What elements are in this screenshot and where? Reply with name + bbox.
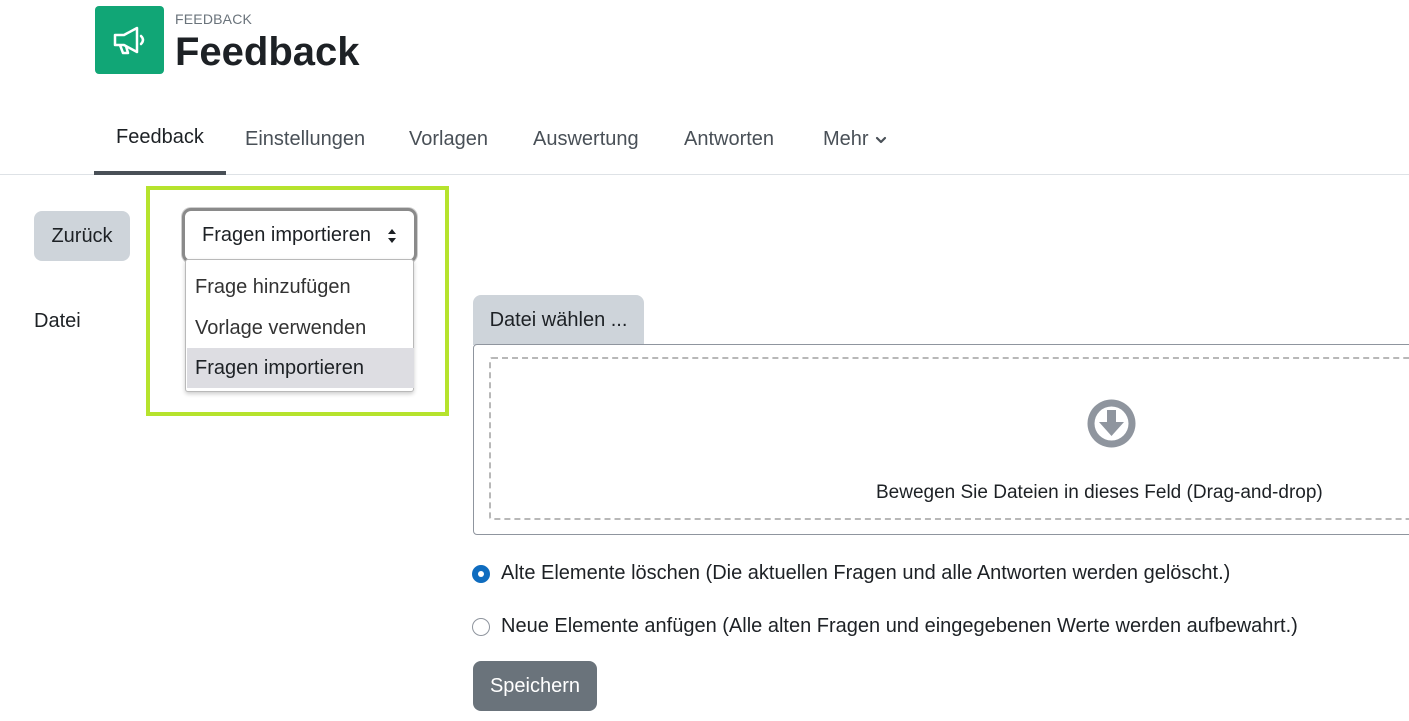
radio-label: Alte Elemente löschen (Die aktuellen Fra…: [501, 562, 1231, 584]
select-updown-icon: [388, 229, 396, 243]
tab-label: Vorlagen: [409, 128, 488, 150]
select-value: Fragen importieren: [202, 224, 371, 246]
page-title: Feedback: [175, 30, 360, 74]
option-append-new[interactable]: Neue Elemente anfügen (Alle alten Fragen…: [472, 615, 1298, 638]
tab-antworten[interactable]: Antworten: [662, 104, 796, 175]
chevron-down-icon: [875, 136, 886, 143]
tab-label: Antworten: [684, 128, 775, 150]
tab-label: Auswertung: [533, 128, 639, 150]
module-kicker: FEEDBACK: [175, 11, 253, 27]
download-arrow-icon: [1087, 399, 1136, 448]
tab-einstellungen[interactable]: Einstellungen: [223, 104, 387, 175]
tab-vorlagen[interactable]: Vorlagen: [387, 104, 510, 175]
secondary-navigation: Feedback Einstellungen Vorlagen Auswertu…: [0, 104, 1409, 175]
select-dropdown: Frage hinzufügen Vorlage verwenden Frage…: [185, 259, 414, 392]
module-icon: [95, 6, 164, 74]
tab-label: Einstellungen: [245, 128, 366, 150]
option-vorlage-verwenden[interactable]: Vorlage verwenden: [187, 308, 414, 348]
dropzone-hint: Bewegen Sie Dateien in dieses Feld (Drag…: [876, 482, 1323, 503]
radio-label: Neue Elemente anfügen (Alle alten Fragen…: [501, 615, 1298, 637]
tab-auswertung[interactable]: Auswertung: [511, 104, 661, 175]
megaphone-icon: [113, 26, 144, 55]
action-select[interactable]: Fragen importieren: [182, 208, 417, 263]
save-button[interactable]: Speichern: [473, 661, 597, 711]
option-delete-old[interactable]: Alte Elemente löschen (Die aktuellen Fra…: [472, 562, 1230, 585]
radio-button[interactable]: [472, 617, 490, 636]
option-frage-hinzufuegen[interactable]: Frage hinzufügen: [187, 267, 414, 307]
option-fragen-importieren[interactable]: Fragen importieren: [187, 348, 414, 388]
tab-mehr[interactable]: Mehr: [801, 104, 909, 175]
file-label: Datei: [34, 310, 81, 332]
back-button[interactable]: Zurück: [34, 211, 130, 261]
tab-label: Mehr: [823, 128, 869, 150]
tab-feedback[interactable]: Feedback: [94, 104, 226, 175]
tab-label: Feedback: [116, 126, 204, 148]
radio-button[interactable]: [472, 564, 490, 583]
choose-file-button[interactable]: Datei wählen ...: [473, 295, 644, 345]
